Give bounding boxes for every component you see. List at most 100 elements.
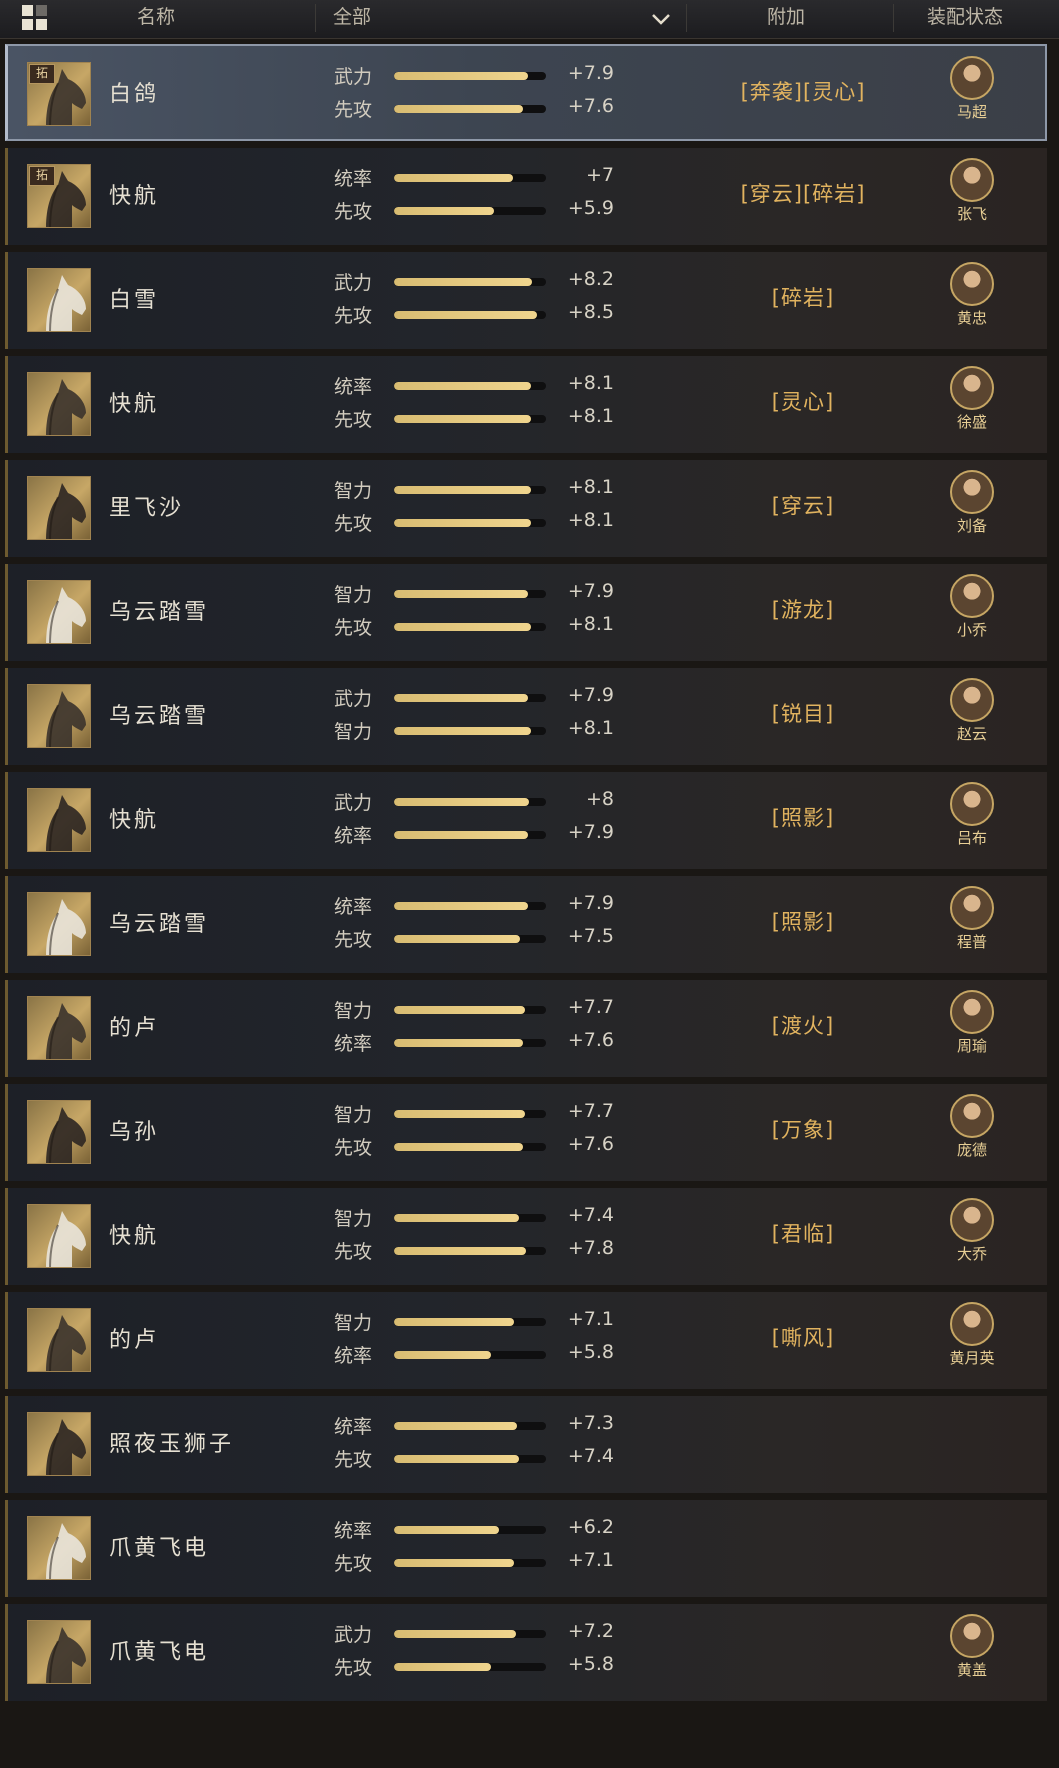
stat-bar [394, 415, 546, 423]
general-name: 程普 [956, 933, 987, 951]
avatar [950, 1302, 994, 1346]
stat-value: +7.4 [567, 1445, 614, 1467]
equipped-general[interactable]: 吕布 [941, 782, 1003, 848]
horse-name: 里飞沙 [109, 496, 185, 521]
stat-label: 智力 [334, 1000, 373, 1022]
stat-label: 统率 [334, 896, 373, 918]
avatar [950, 366, 994, 410]
horse-portrait [27, 1412, 91, 1476]
column-header-name[interactable]: 名称 [137, 0, 175, 38]
horse-row[interactable]: 爪黄飞电 武力 +7.2 先攻 +5.8 黄盖 [5, 1604, 1047, 1701]
equipped-general[interactable]: 黄月英 [941, 1302, 1003, 1368]
stat-bar [394, 1351, 546, 1359]
extra-skills: [穿云][碎岩] [740, 182, 866, 206]
stat-label: 先攻 [334, 1137, 373, 1159]
stat-bar-fill [394, 1110, 525, 1118]
stat-label: 智力 [334, 1104, 373, 1126]
stat-bar-fill [394, 1351, 492, 1359]
stat-value: +8.1 [567, 476, 614, 498]
stat-label: 智力 [334, 1208, 373, 1230]
equipped-general[interactable]: 刘备 [941, 470, 1003, 536]
horse-portrait [27, 476, 91, 540]
horse-head-icon [46, 795, 86, 851]
horse-name: 快航 [109, 808, 160, 833]
horse-row[interactable]: 的卢 智力 +7.1 统率 +5.8 [嘶风] 黄月英 [5, 1292, 1047, 1389]
horse-row[interactable]: 拓 白鸽 武力 +7.9 先攻 +7.6 [奔袭][灵心] 马超 [5, 44, 1047, 141]
stat-value: +7.9 [567, 821, 614, 843]
avatar [950, 470, 994, 514]
equipped-general[interactable]: 徐盛 [941, 366, 1003, 432]
equipped-general[interactable]: 张飞 [941, 158, 1003, 224]
horse-row[interactable]: 的卢 智力 +7.7 统率 +7.6 [渡火] 周瑜 [5, 980, 1047, 1077]
equipped-general[interactable]: 黄盖 [941, 1614, 1003, 1680]
horse-head-icon [46, 1419, 86, 1475]
equipped-general[interactable]: 黄忠 [941, 262, 1003, 328]
stat-bar-fill [394, 415, 531, 423]
stat-value: +7.5 [567, 925, 614, 947]
horse-row[interactable]: 白雪 武力 +8.2 先攻 +8.5 [碎岩] 黄忠 [5, 252, 1047, 349]
stat-bar [394, 831, 546, 839]
stat-value: +7.9 [567, 892, 614, 914]
horse-row[interactable]: 乌云踏雪 武力 +7.9 智力 +8.1 [锐目] 赵云 [5, 668, 1047, 765]
column-header-extra: 附加 [767, 6, 806, 28]
avatar [950, 990, 994, 1034]
horse-row[interactable]: 拓 快航 统率 +7 先攻 +5.9 [穿云][碎岩] 张飞 [5, 148, 1047, 245]
stat-value: +8.1 [567, 372, 614, 394]
horse-row[interactable]: 乌云踏雪 统率 +7.9 先攻 +7.5 [照影] 程普 [5, 876, 1047, 973]
horse-name: 爪黄飞电 [109, 1536, 210, 1561]
stat-bar-fill [394, 1526, 499, 1534]
stat-label: 先攻 [334, 1553, 373, 1575]
equipped-general[interactable]: 庞德 [941, 1094, 1003, 1160]
filter-select-value[interactable]: 全部 [333, 0, 371, 38]
horse-name: 爪黄飞电 [109, 1640, 210, 1665]
equipped-general[interactable]: 程普 [941, 886, 1003, 952]
horse-row[interactable]: 乌孙 智力 +7.7 先攻 +7.6 [万象] 庞德 [5, 1084, 1047, 1181]
stat-value: +8.5 [567, 301, 614, 323]
equipped-general[interactable]: 小乔 [941, 574, 1003, 640]
horse-head-icon [46, 1315, 86, 1371]
stat-bar [394, 382, 546, 390]
expand-badge: 拓 [29, 64, 55, 84]
general-name: 周瑜 [956, 1037, 987, 1055]
stat-bar [394, 1143, 546, 1151]
equipped-general[interactable]: 赵云 [941, 678, 1003, 744]
stat-bar-fill [394, 519, 531, 527]
horse-portrait [27, 1620, 91, 1684]
horse-portrait [27, 1100, 91, 1164]
stat-bar-fill [394, 1559, 515, 1567]
avatar [950, 262, 994, 306]
horse-row[interactable]: 快航 智力 +7.4 先攻 +7.8 [君临] 大乔 [5, 1188, 1047, 1285]
horse-head-icon [46, 1523, 86, 1579]
stat-label: 先攻 [334, 513, 373, 535]
stat-label: 先攻 [334, 305, 373, 327]
grid-view-icon[interactable] [22, 5, 48, 31]
stat-value: +6.2 [567, 1516, 614, 1538]
horse-portrait [27, 788, 91, 852]
stat-bar [394, 798, 546, 806]
horse-row[interactable]: 快航 统率 +8.1 先攻 +8.1 [灵心] 徐盛 [5, 356, 1047, 453]
horse-row[interactable]: 爪黄飞电 统率 +6.2 先攻 +7.1 [5, 1500, 1047, 1597]
extra-skills: [穿云] [771, 494, 835, 518]
stat-bar-fill [394, 1422, 518, 1430]
stat-label: 先攻 [334, 1449, 373, 1471]
general-name: 徐盛 [956, 413, 987, 431]
equipped-general[interactable]: 马超 [941, 56, 1003, 122]
horse-row[interactable]: 照夜玉狮子 统率 +7.3 先攻 +7.4 [5, 1396, 1047, 1493]
stat-value: +7.7 [567, 1100, 614, 1122]
stat-bar [394, 1422, 546, 1430]
horse-row[interactable]: 乌云踏雪 智力 +7.9 先攻 +8.1 [游龙] 小乔 [5, 564, 1047, 661]
horse-row[interactable]: 里飞沙 智力 +8.1 先攻 +8.1 [穿云] 刘备 [5, 460, 1047, 557]
horse-head-icon [46, 379, 86, 435]
general-name: 黄盖 [956, 1661, 987, 1679]
stat-bar-fill [394, 1455, 519, 1463]
horse-head-icon [46, 1211, 86, 1267]
horse-row[interactable]: 快航 武力 +8 统率 +7.9 [照影] 吕布 [5, 772, 1047, 869]
stat-value: +7.9 [567, 62, 614, 84]
stat-label: 先攻 [334, 929, 373, 951]
horse-head-icon [46, 1003, 86, 1059]
stat-bar-fill [394, 486, 531, 494]
equipped-general[interactable]: 周瑜 [941, 990, 1003, 1056]
stat-bar [394, 1526, 546, 1534]
chevron-down-icon[interactable] [650, 8, 672, 30]
equipped-general[interactable]: 大乔 [941, 1198, 1003, 1264]
